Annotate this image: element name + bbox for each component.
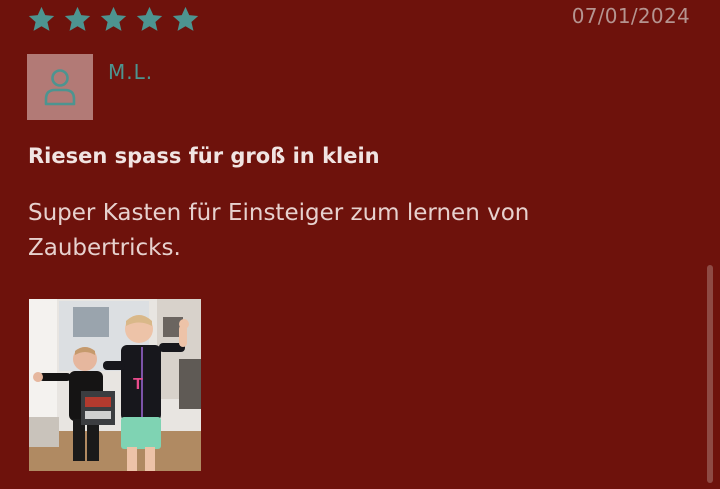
review-body: Super Kasten für Einsteiger zum lernen v… <box>28 200 530 261</box>
star-icon <box>99 5 128 34</box>
author-name: M.L. <box>108 60 154 84</box>
user-icon <box>44 69 76 106</box>
avatar <box>27 54 93 120</box>
photo-image: T <box>29 299 201 471</box>
review-card: 07/01/2024 M.L. Riesen spass für groß in… <box>0 0 720 489</box>
review-date: 07/01/2024 <box>571 4 690 28</box>
review-title: Riesen spass für groß in klein <box>28 144 380 168</box>
review-photo[interactable]: T <box>29 299 201 471</box>
star-rating <box>27 5 200 34</box>
star-icon <box>63 5 92 34</box>
svg-text:T: T <box>133 376 143 393</box>
star-icon <box>135 5 164 34</box>
scrollbar[interactable] <box>707 265 713 483</box>
star-icon <box>171 5 200 34</box>
star-icon <box>27 5 56 34</box>
